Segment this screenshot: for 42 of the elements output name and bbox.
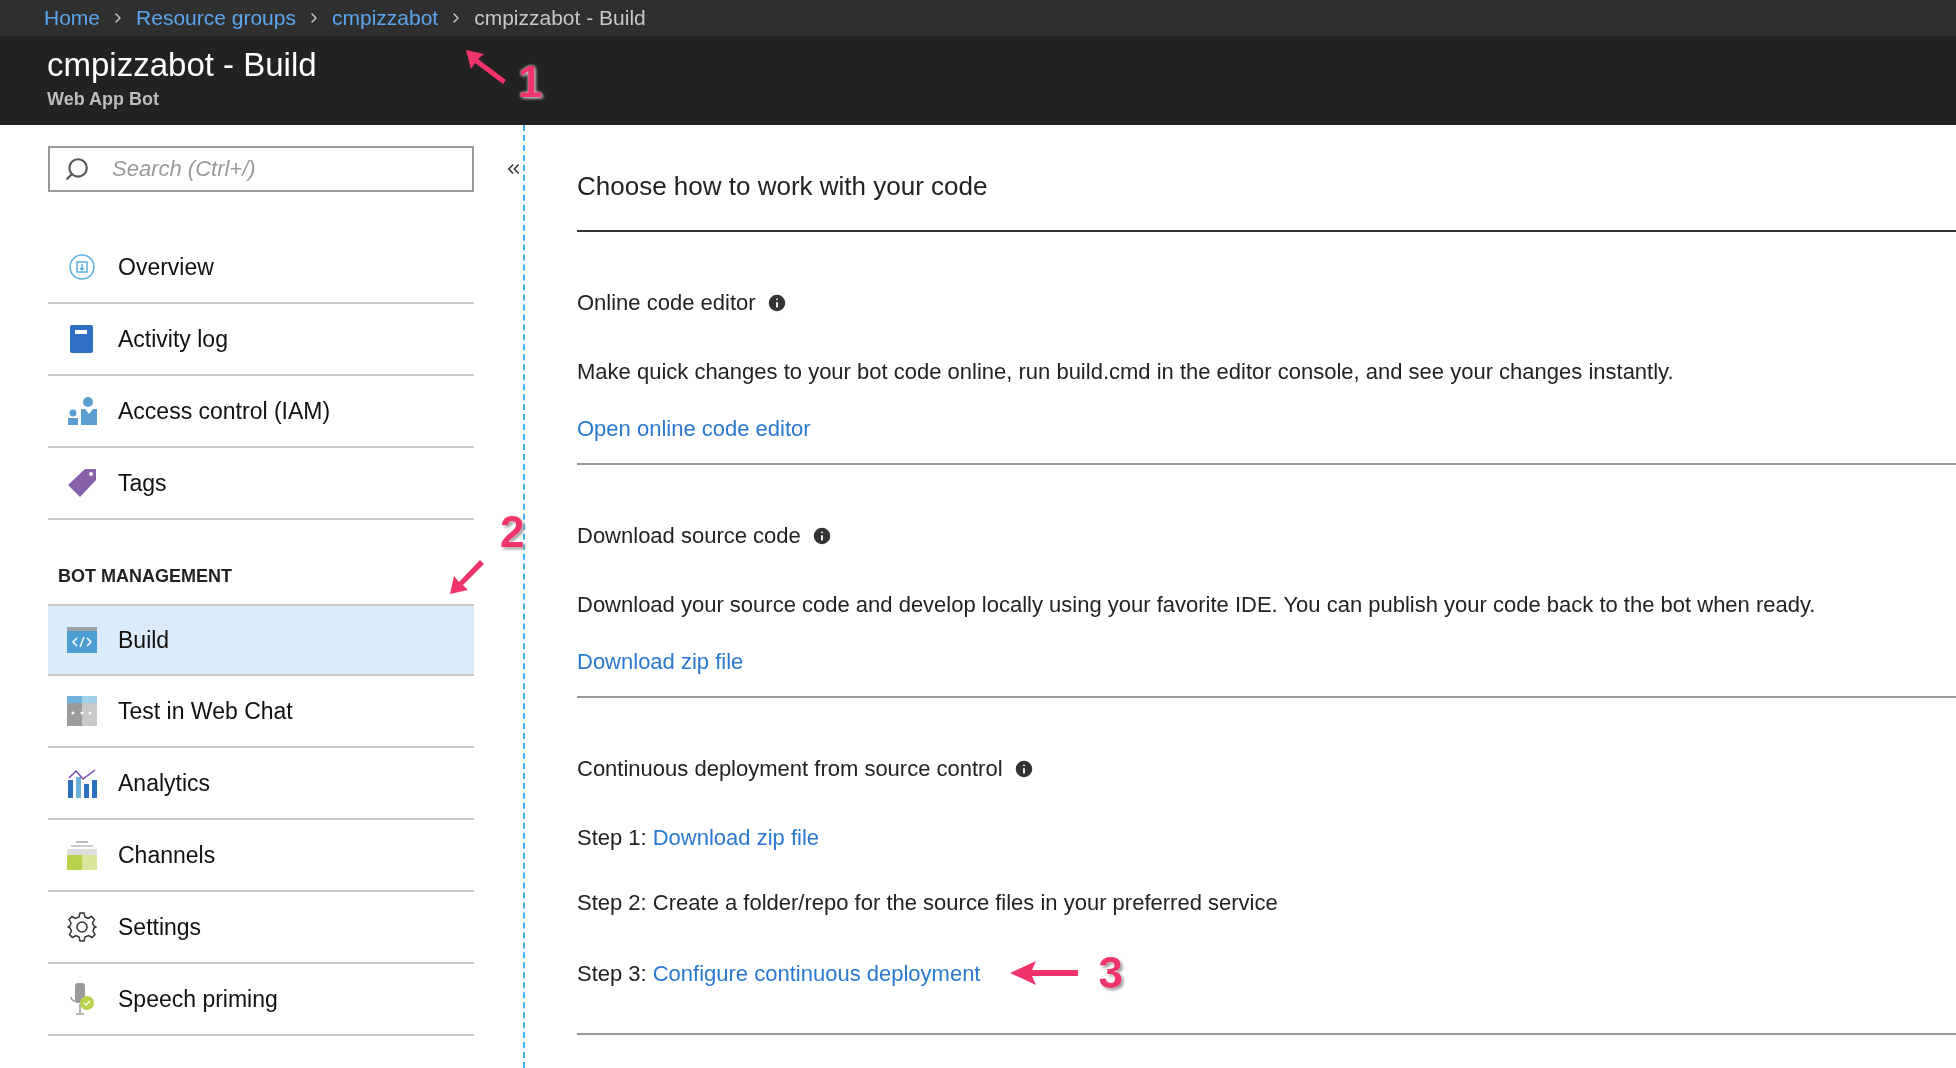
annotation-arrow — [466, 50, 506, 84]
search-field[interactable]: Search (Ctrl+/) — [48, 146, 474, 192]
book-icon — [69, 324, 95, 354]
annotation-number: 1 — [518, 60, 543, 104]
step-text: Step 2: Create a folder/repo for the source files in your preferred service — [577, 889, 1278, 917]
info-icon[interactable] — [765, 291, 788, 314]
overview-icon — [69, 254, 95, 280]
page-title: cmpizzabot - Build — [47, 45, 317, 85]
breadcrumb-link[interactable]: cmpizzabot — [331, 2, 439, 34]
section-heading: BOT MANAGEMENT — [58, 565, 232, 588]
page-subtitle: Web App Bot — [47, 88, 160, 111]
settings-icon — [67, 912, 97, 942]
section-title: Download source code — [577, 522, 801, 550]
step-link[interactable]: Configure continuous deployment — [652, 956, 981, 990]
annotation-arrow — [450, 560, 484, 594]
bar-chart-icon — [67, 768, 97, 798]
nav-item[interactable]: Build — [48, 604, 474, 676]
code-window-icon — [67, 627, 97, 653]
tag-icon — [67, 468, 97, 498]
microphone-icon — [68, 983, 96, 1015]
section-description: Make quick changes to your bot code online, run build.cmd in the editor console, and see your changes instantly. — [577, 358, 1675, 386]
stack-icon — [67, 840, 97, 870]
section-description: Download your source code and develop locally using your favorite IDE. You can publish your code back to the bot when ready. — [577, 591, 1817, 619]
section-link[interactable]: Open online code editor — [577, 416, 811, 441]
section-title: Online code editor — [577, 289, 756, 317]
chat-window-icon — [67, 696, 97, 726]
breadcrumb-current: cmpizzabot - Build — [474, 5, 646, 32]
annotation-arrow — [1010, 961, 1079, 985]
annotation-number: 3 — [1098, 951, 1123, 995]
step-text: Step 3: — [577, 959, 647, 988]
info-icon[interactable] — [1012, 757, 1035, 780]
search-icon — [64, 156, 90, 182]
step-text: Step 1: — [577, 824, 647, 852]
section-title: Continuous deployment from source control — [577, 755, 1003, 783]
info-icon[interactable] — [810, 524, 833, 547]
section-link[interactable]: Download zip file — [577, 649, 744, 674]
step-link[interactable]: Download zip file — [652, 821, 820, 854]
people-icon — [67, 396, 97, 426]
breadcrumb-link[interactable]: Home — [44, 2, 101, 34]
breadcrumb-link[interactable]: Resource groups — [136, 2, 296, 34]
content-title: Choose how to work with your code — [577, 167, 1956, 232]
annotation-number: 2 — [500, 510, 525, 554]
